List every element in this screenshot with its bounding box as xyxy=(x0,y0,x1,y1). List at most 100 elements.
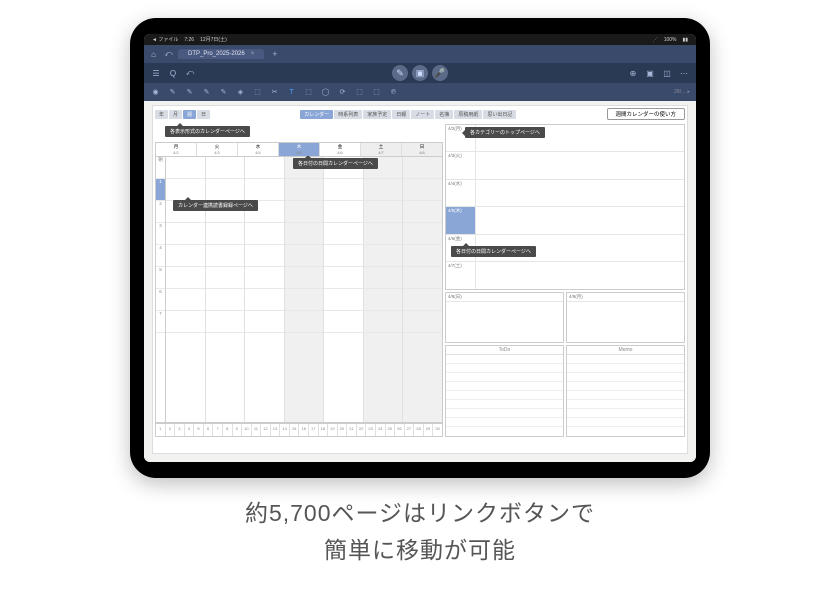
day-number-cell[interactable]: 14 xyxy=(280,424,290,436)
day-number-cell[interactable]: 6 xyxy=(204,424,214,436)
nav-tab[interactable]: 原稿用紙 xyxy=(454,110,482,119)
nav-week[interactable]: 週 xyxy=(183,110,196,119)
day-number-cell[interactable]: 7 xyxy=(213,424,223,436)
hour-label[interactable]: 4 xyxy=(156,245,165,267)
home-icon[interactable]: ⌂ xyxy=(148,49,159,60)
week-day-header[interactable]: 日4/8 xyxy=(402,143,442,156)
hour-label[interactable]: 5 xyxy=(156,267,165,289)
day-number-cell[interactable]: 25 xyxy=(386,424,396,436)
undo-icon[interactable]: ⤺ xyxy=(184,67,196,79)
pen-icon[interactable]: ✎ xyxy=(201,87,212,98)
day-number-cell[interactable]: 30 xyxy=(433,424,442,436)
shape-icon[interactable]: ⬚ xyxy=(303,87,314,98)
share-icon[interactable]: ◫ xyxy=(661,67,673,79)
ruler-icon[interactable]: ⟳ xyxy=(337,87,348,98)
pen-icon[interactable]: ✎ xyxy=(167,87,178,98)
hour-label[interactable]: 7 xyxy=(156,311,165,333)
memo-box[interactable]: Memo xyxy=(566,345,685,437)
day-number-cell[interactable]: 9 xyxy=(233,424,243,436)
hour-label[interactable]: 3 xyxy=(156,223,165,245)
day-number-cell[interactable]: 11 xyxy=(252,424,262,436)
back-icon[interactable]: ⤺ xyxy=(163,49,174,60)
daily-label-selected[interactable]: 4/5(木) xyxy=(446,207,476,233)
day-number-cell[interactable]: 17 xyxy=(309,424,319,436)
nav-tab[interactable]: 名簿 xyxy=(435,110,453,119)
tool-icon[interactable]: ℗ xyxy=(388,87,399,98)
close-icon[interactable]: × xyxy=(251,51,255,57)
day-number-cell[interactable]: 28 xyxy=(414,424,424,436)
daily-box-label[interactable]: 4/9(月) xyxy=(567,293,684,302)
daily-label[interactable]: 4/4(水) xyxy=(446,180,476,206)
week-day-header[interactable]: 金4/6 xyxy=(320,143,361,156)
hour-label[interactable]: 6 xyxy=(156,289,165,311)
hour-label[interactable]: 朝 xyxy=(156,157,165,179)
week-day-header[interactable]: 土4/7 xyxy=(361,143,402,156)
nav-day[interactable]: 日 xyxy=(197,110,210,119)
day-number-cell[interactable]: 3 xyxy=(175,424,185,436)
day-number-cell[interactable]: 16 xyxy=(299,424,309,436)
lasso-icon[interactable]: ✂ xyxy=(269,87,280,98)
day-number-cell[interactable]: 29 xyxy=(424,424,434,436)
stamp-icon[interactable]: ◯ xyxy=(320,87,331,98)
week-day-header[interactable]: 月4/2 xyxy=(156,143,197,156)
status-date: 12月7日(土) xyxy=(200,36,227,43)
nav-month[interactable]: 月 xyxy=(169,110,182,119)
day-number-cell[interactable]: 4 xyxy=(185,424,195,436)
text-icon[interactable]: T xyxy=(286,87,297,98)
nav-tab[interactable]: ノート xyxy=(411,110,434,119)
draw-mode-icon[interactable]: ✎ xyxy=(392,65,408,81)
nav-tab[interactable]: 時系列表 xyxy=(334,110,362,119)
search-icon[interactable]: Q xyxy=(167,67,179,79)
status-back-app[interactable]: ◄ ファイル xyxy=(152,36,178,43)
day-number-cell[interactable]: 12 xyxy=(261,424,271,436)
hour-label-selected[interactable]: 1 xyxy=(156,179,165,201)
week-day-header[interactable]: 水4/4 xyxy=(238,143,279,156)
add-icon[interactable]: ⊕ xyxy=(627,67,639,79)
bookmark-icon[interactable]: ▣ xyxy=(644,67,656,79)
day-number-cell[interactable]: 22 xyxy=(357,424,367,436)
day-number-cell[interactable]: 10 xyxy=(242,424,252,436)
nav-year[interactable]: 年 xyxy=(155,110,168,119)
day-number-cell[interactable]: 2 xyxy=(166,424,176,436)
highlight-icon[interactable]: ⬚ xyxy=(252,87,263,98)
daily-box-label[interactable]: 4/8(日) xyxy=(446,293,563,302)
eraser-icon[interactable]: ◈ xyxy=(235,87,246,98)
pen-icon[interactable]: ✎ xyxy=(218,87,229,98)
tool-icon[interactable]: ◉ xyxy=(150,87,161,98)
pen-icon[interactable]: ✎ xyxy=(184,87,195,98)
page-indicator[interactable]: 28/… ▸ xyxy=(674,89,690,95)
day-number-cell[interactable]: 13 xyxy=(271,424,281,436)
more-icon[interactable]: ⋯ xyxy=(678,67,690,79)
tool-icon[interactable]: ⬚ xyxy=(354,87,365,98)
help-button[interactable]: 週間カレンダーの使い方 xyxy=(607,108,686,120)
hour-label[interactable]: 2 xyxy=(156,201,165,223)
document-tab[interactable]: DTP_Pro_2025-2026 × xyxy=(178,49,264,59)
day-number-cell[interactable]: 20 xyxy=(338,424,348,436)
tool-icon[interactable]: ⬚ xyxy=(371,87,382,98)
day-number-cell[interactable]: 18 xyxy=(319,424,329,436)
day-number-cell[interactable]: 23 xyxy=(366,424,376,436)
day-number-cell[interactable]: 8 xyxy=(223,424,233,436)
day-number-cell[interactable]: 5 xyxy=(194,424,204,436)
nav-tab[interactable]: カレンダー xyxy=(300,110,333,119)
day-number-cell[interactable]: 21 xyxy=(347,424,357,436)
day-number-cell[interactable]: 15 xyxy=(290,424,300,436)
insert-icon[interactable]: ▣ xyxy=(412,65,428,81)
menu-icon[interactable]: ☰ xyxy=(150,67,162,79)
week-day-header-selected[interactable]: 木4/5 xyxy=(279,143,320,156)
mic-icon[interactable]: 🎤 xyxy=(432,65,448,81)
nav-tab[interactable]: 家族予定 xyxy=(363,110,391,119)
day-number-cell[interactable]: 27 xyxy=(405,424,415,436)
nav-tab[interactable]: 日報 xyxy=(392,110,410,119)
todo-box[interactable]: ToDo xyxy=(445,345,564,437)
daily-label[interactable]: 4/7(土) xyxy=(446,262,476,288)
day-number-cell[interactable]: 26 xyxy=(395,424,405,436)
day-number-cell[interactable]: 24 xyxy=(376,424,386,436)
week-day-header[interactable]: 火4/3 xyxy=(197,143,238,156)
daily-label[interactable]: 4/3(火) xyxy=(446,152,476,178)
nav-tab[interactable]: 思い出日記 xyxy=(483,110,516,119)
page-canvas-area[interactable]: 年 月 週 日 カレンダー 時系列表 家族予定 日報 ノート 名簿 原稿用紙 思… xyxy=(144,101,696,462)
new-tab-button[interactable]: + xyxy=(268,49,281,59)
day-number-cell[interactable]: 1 xyxy=(156,424,166,436)
day-number-cell[interactable]: 19 xyxy=(328,424,338,436)
